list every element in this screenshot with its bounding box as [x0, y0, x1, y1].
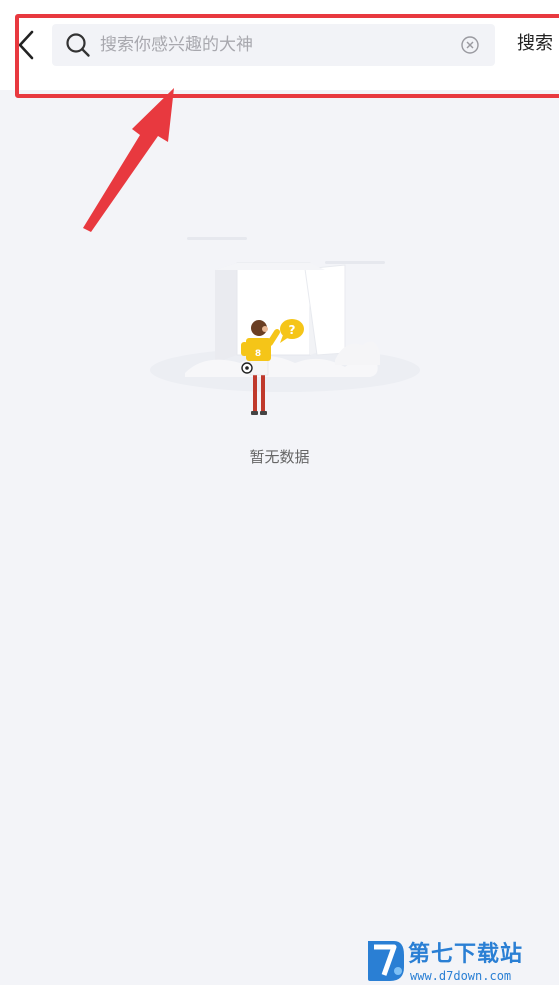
- site-watermark: 第七下载站 www.d7down.com: [364, 935, 559, 985]
- search-input[interactable]: [100, 24, 450, 66]
- clear-input-icon[interactable]: [460, 35, 480, 55]
- d7down-logo-icon: [368, 941, 404, 981]
- back-arrow-icon[interactable]: [12, 28, 40, 62]
- annotation-arrow-icon: [83, 88, 174, 232]
- svg-text:?: ?: [289, 323, 296, 337]
- watermark-site-name: 第七下载站: [408, 942, 524, 967]
- top-search-bar: 搜索: [0, 0, 559, 90]
- search-icon: [66, 33, 90, 57]
- search-box[interactable]: [52, 24, 495, 66]
- empty-state-illustration: 8 ?: [150, 237, 420, 415]
- jersey-number: 8: [255, 349, 261, 359]
- empty-state-message: 暂无数据: [249, 448, 310, 466]
- watermark-site-url: www.d7down.com: [410, 969, 512, 983]
- search-button[interactable]: 搜索: [517, 30, 553, 58]
